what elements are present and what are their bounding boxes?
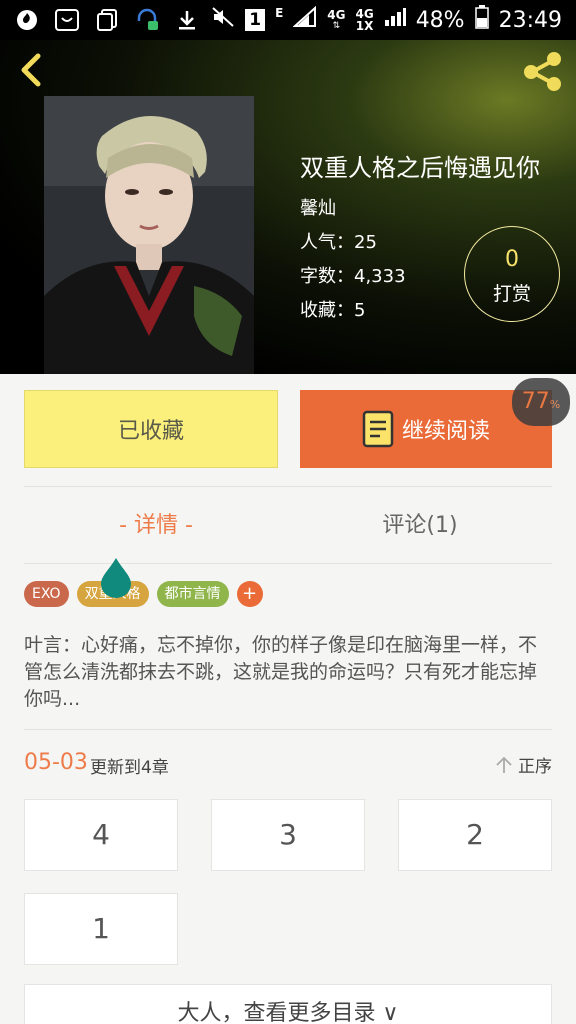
clock: 23:49 xyxy=(498,7,562,33)
divider xyxy=(24,729,552,730)
battery-percent: 48% xyxy=(415,7,465,33)
share-icon xyxy=(524,52,561,91)
update-info: 更新到4章 xyxy=(90,758,169,778)
reading-progress-badge[interactable]: 77% xyxy=(512,378,570,426)
book-author[interactable]: 馨灿 xyxy=(300,194,336,220)
update-date: 05-03 xyxy=(24,750,88,775)
network-type-e: E xyxy=(275,6,284,20)
book-title: 双重人格之后悔遇见你 xyxy=(300,154,540,182)
back-button[interactable] xyxy=(14,50,50,90)
app-notification-icon xyxy=(14,7,40,33)
battery-icon xyxy=(474,5,489,35)
sim-badge: 1 xyxy=(245,9,266,31)
headset-icon xyxy=(134,7,160,33)
book-icon xyxy=(362,410,394,448)
book-cover[interactable] xyxy=(44,96,254,374)
tag-urban-romance[interactable]: 都市言情 xyxy=(156,581,229,607)
mute-icon xyxy=(211,6,235,34)
tip-label: 打赏 xyxy=(492,283,531,305)
status-bar: 1 E 4G ⇅ 4G 1X 48% 23:49 xyxy=(0,0,576,40)
arrow-up-icon xyxy=(496,756,512,773)
progress-unit: % xyxy=(549,398,561,411)
chapter-item[interactable]: 1 xyxy=(24,893,178,965)
continue-reading-label: 继续阅读 xyxy=(401,419,490,444)
more-chapters-button[interactable]: 大人，查看更多目录 ∨ xyxy=(24,984,552,1024)
favorited-label: 已收藏 xyxy=(117,419,184,444)
word-count-stat: 字数：4,333 xyxy=(300,266,406,287)
sort-button[interactable]: 正序 xyxy=(494,752,552,777)
book-description: 叶言：心好痛，忘不掉你，你的样子像是印在脑海里一样，不管怎么清洗都抹去不跳，这就… xyxy=(24,634,538,710)
tab-comment[interactable]: 评论(1) xyxy=(288,506,552,546)
network-4g-1: 4G ⇅ xyxy=(327,8,346,31)
back-arrow-icon xyxy=(21,53,41,87)
tab-detail[interactable]: - 详情 - xyxy=(24,506,288,546)
progress-value: 77 xyxy=(521,389,550,414)
tip-button[interactable]: 0 打赏 xyxy=(464,226,560,322)
add-tag-button[interactable]: + xyxy=(236,581,263,607)
shopping-bag-icon xyxy=(54,7,80,33)
book-header: 双重人格之后悔遇见你 馨灿 人气：25 字数：4,333 收藏：5 0 打赏 xyxy=(0,40,576,374)
signal-icon xyxy=(292,5,317,34)
copy-icon xyxy=(94,7,120,33)
download-icon xyxy=(174,7,200,33)
popularity-stat: 人气：25 xyxy=(300,232,377,253)
chapter-item[interactable]: 4 xyxy=(24,799,178,871)
favorites-stat: 收藏：5 xyxy=(300,300,366,321)
tip-count: 0 xyxy=(505,247,519,272)
chapter-item[interactable]: 3 xyxy=(211,799,365,871)
signal-bars-icon xyxy=(384,6,406,34)
sort-label: 正序 xyxy=(518,757,552,777)
divider xyxy=(24,486,552,487)
tag-exo[interactable]: EXO xyxy=(24,581,69,607)
share-button[interactable] xyxy=(520,48,566,94)
tag-list: EXO 双重人格 都市言情 + xyxy=(24,581,263,607)
chapter-item[interactable]: 2 xyxy=(398,799,552,871)
drag-handle-icon[interactable] xyxy=(99,556,133,598)
favorited-button[interactable]: 已收藏 xyxy=(24,390,278,468)
network-4g-2: 4G 1X xyxy=(355,7,374,33)
